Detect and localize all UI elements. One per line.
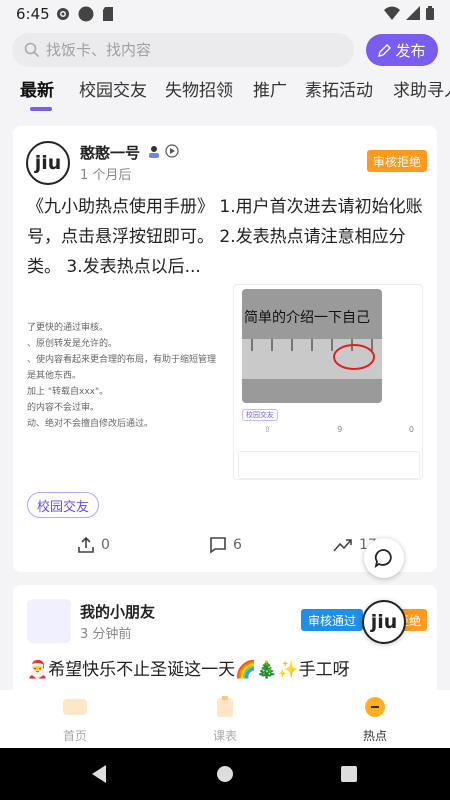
post-tag[interactable]: 校园交友 [27,492,100,518]
doc-text-block: 了更快的通过审核。 、原创转发是允许的。 、使内容看起来更合理的布局，有助于缩短… [27,320,227,432]
tab-campus-friends[interactable]: 校园交友 [79,76,147,101]
doc-line: 、原创转发是允许的。 [27,339,118,349]
post-time: 1 个月后 [80,168,132,183]
doc-line: 了更快的通过审核。 [27,323,109,333]
bottom-nav: 首页 课表 热点 [0,690,450,748]
user-badge-icon [149,146,159,158]
search-input[interactable] [46,41,326,59]
doc-line: 、使内容看起来更合理的布局，有助于缩短管理 [27,355,217,365]
comment-button[interactable]: 6 [209,536,242,554]
gear-icon [57,8,69,20]
post-author[interactable]: 憨憨一号 [80,142,140,163]
status-badge-pass: 审核通过 [301,609,364,631]
post-image[interactable]: 了更快的通过审核。 、原创转发是允许的。 、使内容看起来更合理的布局，有助于缩短… [27,284,423,480]
mini-comment-count: 9 [337,425,343,434]
tab-latest[interactable]: 最新 [20,76,54,101]
post-text[interactable]: 🎅希望快乐不止圣诞这一天🌈🎄✨手工呀 [27,655,350,680]
system-nav-bar [0,748,450,800]
nav-label: 首页 [62,729,87,743]
nav-label: 课表 [212,729,237,743]
comment-count: 6 [233,537,242,553]
home-circle-icon[interactable] [216,765,234,783]
status-badge: 审核拒绝 [367,150,428,172]
mini-tag: 校园交友 [242,409,278,421]
status-time: 6:45 [16,5,50,23]
mini-share-icon: ⇧ [264,425,271,434]
tab-indicator [30,107,52,111]
tab-lost-found[interactable]: 失物招领 [165,76,233,101]
nav-label: 热点 [362,729,387,743]
sdcard-icon [103,7,113,21]
recents-icon[interactable] [341,766,357,782]
doc-line: 加上 "转载自xxx"。 [27,387,109,397]
status-icons-left [56,6,114,22]
ruler-photo-text: 简单的介绍一下自己 [244,310,370,326]
doc-line: 动、绝对不会擅自修改后通过。 [27,419,154,429]
mini-trend-count: 0 [408,425,414,434]
ruler-marks [242,339,382,379]
tab-activities[interactable]: 素拓活动 [305,76,373,101]
tab-promotion[interactable]: 推广 [253,76,287,101]
post-text[interactable]: 《九小助热点使用手册》 1.用户首次进去请初始化账号，点击悬浮按钮即可。 2.发… [27,192,427,282]
share-button[interactable]: 0 [77,536,110,554]
home-icon [63,699,87,715]
back-icon[interactable] [90,764,108,784]
wifi-icon [384,6,400,20]
doc-line: 的内容不会过审。 [27,403,100,413]
chat-bubble-icon [374,549,392,568]
nav-item-schedule[interactable]: 课表 [195,696,255,744]
doc-line: 是其他东西。 [27,371,82,381]
nav-item-hot[interactable]: 热点 [345,696,405,744]
post-card[interactable]: jiu 憨憨一号 1 个月后 审核拒绝 《九小助热点使用手册》 1.用户首次进去… [13,126,437,572]
avatar[interactable] [27,599,71,643]
post-author[interactable]: 我的小朋友 [80,601,155,622]
avatar[interactable]: jiu [26,141,70,185]
post-time: 3 分钟前 [80,627,132,642]
category-tabs: 最新 校园交友 失物招领 推广 素拓活动 求助寻人 [0,76,450,112]
floating-chat-button[interactable] [364,538,404,578]
status-bar: 6:45 [0,0,450,30]
nav-item-home[interactable]: 首页 [45,696,105,744]
battery-icon [426,6,434,20]
tab-help-search[interactable]: 求助寻人 [393,76,450,101]
ruler-photo: 简单的介绍一下自己 [242,289,382,403]
floating-jiu-button[interactable]: jiu [362,600,406,644]
mini-next-card [238,451,420,479]
publish-button[interactable]: 发布 [366,34,438,66]
share-icon [78,536,94,553]
circle-icon [78,6,94,22]
screenshot-thumbnail: 简单的介绍一下自己 校园交友 ⇧ 9 0 [233,284,423,480]
level-badge-icon [165,144,179,158]
pen-icon [378,43,392,57]
mini-actions: ⇧ 9 0 [264,425,414,434]
search-box[interactable] [12,33,354,67]
schedule-icon [217,696,233,717]
trend-icon [333,539,352,552]
signal-icon [406,6,420,20]
search-icon [24,42,40,58]
hot-icon [365,697,385,717]
publish-label: 发布 [395,41,426,60]
comment-icon [210,537,226,554]
share-count: 0 [101,537,110,553]
status-icons-right [384,6,434,20]
search-row: 发布 [12,33,438,67]
